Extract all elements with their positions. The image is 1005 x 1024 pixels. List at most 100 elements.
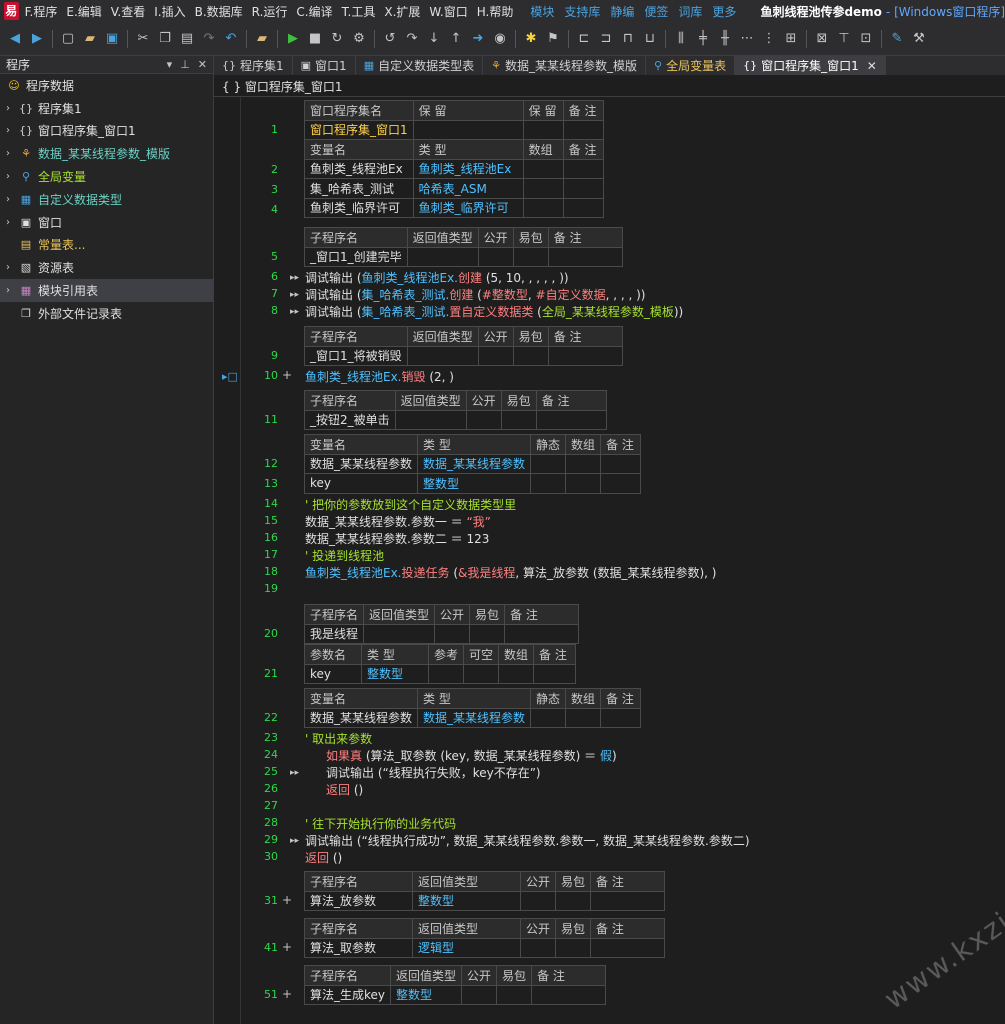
code-line-10[interactable]: 鱼刺类_线程池Ex.销毁 (2, ) [305, 368, 454, 385]
open-folder-icon[interactable]: ▰ [80, 29, 100, 49]
link-dictionary[interactable]: 词库 [678, 3, 702, 20]
link-static-compile[interactable]: 静编 [610, 3, 634, 20]
fold-plus-icon[interactable]: + [282, 987, 292, 1001]
tree-item-module-refs[interactable]: › ▦ 模块引用表 [0, 279, 213, 302]
expand-arrow-icon[interactable]: › [6, 171, 18, 182]
code-line-14[interactable]: ' 把你的参数放到这个自定义数据类型里 [305, 496, 516, 513]
center-v-icon[interactable]: ╫ [715, 29, 735, 49]
code-line-18[interactable]: 鱼刺类_线程池Ex.投递任务 (&我是线程, 算法_放参数 (数据_某某线程参数… [305, 564, 717, 581]
code-line-24[interactable]: 如果真 (算法_取参数 (key, 数据_某某线程参数) ＝ 假) [326, 747, 617, 764]
pen-icon[interactable]: ✎ [887, 29, 907, 49]
align-left-icon[interactable]: ⊏ [574, 29, 594, 49]
bulb-icon[interactable]: ✱ [521, 29, 541, 49]
tree-item-window[interactable]: › ▣ 窗口 [0, 211, 213, 234]
distribute-h-icon[interactable]: ⫼ [671, 29, 691, 49]
link-support-lib[interactable]: 支持库 [564, 3, 600, 20]
code-editor[interactable]: ▸□ 1 2 3 4 5 6 7 8 9 10 11 12 13 14 15 1… [214, 97, 1005, 1024]
fold-plus-icon[interactable]: + [282, 368, 292, 382]
space-v-icon[interactable]: ⋮ [759, 29, 779, 49]
new-file-icon[interactable]: ▢ [58, 29, 78, 49]
grid-icon[interactable]: ⊡ [856, 29, 876, 49]
pin-icon[interactable]: ⊥ [180, 58, 190, 71]
tree-item-window-assembly[interactable]: › {} 窗口程序集_窗口1 [0, 120, 213, 143]
expand-arrow-icon[interactable]: › [6, 103, 18, 114]
tree-item-datatype-template[interactable]: › ⚘ 数据_某某线程参数_模版 [0, 142, 213, 165]
menu-extend[interactable]: X.扩展 [384, 3, 420, 20]
code-line-7[interactable]: 调试输出 (集_哈希表_测试.创建 (#整数型, #自定义数据, , , , )… [305, 286, 646, 303]
tree-item-constants[interactable]: ▤ 常量表... [0, 234, 213, 257]
space-h-icon[interactable]: ⋯ [737, 29, 757, 49]
tab-assembly1[interactable]: {} 程序集1 [214, 56, 293, 75]
build-icon[interactable]: ⚙ [349, 29, 369, 49]
step-down-icon[interactable]: ↓ [424, 29, 444, 49]
code-line-28[interactable]: ' 往下开始执行你的业务代码 [305, 815, 456, 832]
tree-item-external-files[interactable]: ❐ 外部文件记录表 [0, 302, 213, 325]
tree-item-assembly1[interactable]: › {} 程序集1 [0, 97, 213, 120]
restart-icon[interactable]: ↻ [327, 29, 347, 49]
tab-window1[interactable]: ▣ 窗口1 [293, 56, 356, 75]
menu-compile[interactable]: C.编译 [296, 3, 332, 20]
link-module[interactable]: 模块 [530, 3, 554, 20]
size-icon[interactable]: ⊤ [834, 29, 854, 49]
code-line-30[interactable]: 返回 () [305, 849, 342, 866]
code-line-25[interactable]: 调试输出 (“线程执行失败，key不存在”) [326, 764, 541, 781]
tree-item-custom-datatype[interactable]: › ▦ 自定义数据类型 [0, 188, 213, 211]
run-icon[interactable]: ▶ [283, 29, 303, 49]
open-project-icon[interactable]: ▰ [252, 29, 272, 49]
expand-arrow-icon[interactable]: › [6, 285, 18, 296]
code-line-6[interactable]: 调试输出 (鱼刺类_线程池Ex.创建 (5, 10, , , , , )) [305, 269, 569, 286]
code-line-29[interactable]: 调试输出 (“线程执行成功”, 数据_某某线程参数.参数一, 数据_某某线程参数… [305, 832, 750, 849]
link-more[interactable]: 更多 [712, 3, 736, 20]
code-line-8[interactable]: 调试输出 (集_哈希表_测试.置自定义数据类 (全局_某某线程参数_模板)) [305, 303, 683, 320]
breakpoint-icon[interactable]: ◉ [490, 29, 510, 49]
menu-database[interactable]: B.数据库 [195, 3, 243, 20]
tools-icon[interactable]: ⚒ [909, 29, 929, 49]
breakpoint-marker-icon[interactable]: ▸□ [222, 370, 238, 383]
same-size-icon[interactable]: ⊞ [781, 29, 801, 49]
menu-edit[interactable]: E.编辑 [66, 3, 101, 20]
expand-arrow-icon[interactable]: › [6, 148, 18, 159]
menu-run[interactable]: R.运行 [252, 3, 288, 20]
cut-icon[interactable]: ✂ [133, 29, 153, 49]
link-notes[interactable]: 便签 [644, 3, 668, 20]
expand-arrow-icon[interactable]: › [6, 217, 18, 228]
menu-insert[interactable]: I.插入 [154, 3, 185, 20]
tab-datatype-template[interactable]: ⚘ 数据_某某线程参数_模版 [483, 56, 646, 75]
tab-window-assembly[interactable]: {} 窗口程序集_窗口1 ✕ [735, 56, 886, 75]
tree-item-global-vars[interactable]: › ⚲ 全局变量 [0, 165, 213, 188]
menu-tools[interactable]: T.工具 [342, 3, 376, 20]
code-line-16[interactable]: 数据_某某线程参数.参数二 ＝ 123 [305, 530, 489, 547]
undo-icon[interactable]: ↶ [221, 29, 241, 49]
fold-plus-icon[interactable]: + [282, 940, 292, 954]
align-right-icon[interactable]: ⊐ [596, 29, 616, 49]
bookmark-icon[interactable]: ⚑ [543, 29, 563, 49]
forward-icon[interactable]: ▶ [27, 29, 47, 49]
dropdown-icon[interactable]: ▾ [167, 58, 173, 71]
menu-window[interactable]: W.窗口 [429, 3, 467, 20]
tree-item-resources[interactable]: › ▧ 资源表 [0, 256, 213, 279]
step-out-icon[interactable]: ↑ [446, 29, 466, 49]
center-h-icon[interactable]: ╪ [693, 29, 713, 49]
close-icon[interactable]: ✕ [867, 59, 877, 73]
back-icon[interactable]: ◀ [5, 29, 25, 49]
align-top-icon[interactable]: ⊓ [618, 29, 638, 49]
code-line-23[interactable]: ' 取出来参数 [305, 730, 372, 747]
close-icon[interactable]: ✕ [198, 58, 207, 71]
redo-icon[interactable]: ↷ [199, 29, 219, 49]
step-over-icon[interactable]: ↺ [380, 29, 400, 49]
tree-item-program-data[interactable]: ☺ 程序数据 [0, 74, 213, 97]
run-to-cursor-icon[interactable]: ➜ [468, 29, 488, 49]
expand-arrow-icon[interactable]: › [6, 125, 18, 136]
tab-order-icon[interactable]: ⊠ [812, 29, 832, 49]
stop-icon[interactable]: ■ [305, 29, 325, 49]
tab-global-vars[interactable]: ⚲ 全局变量表 [646, 56, 736, 75]
paste-icon[interactable]: ▤ [177, 29, 197, 49]
menu-help[interactable]: H.帮助 [477, 3, 514, 20]
code-line-17[interactable]: ' 投递到线程池 [305, 547, 384, 564]
fold-plus-icon[interactable]: + [282, 893, 292, 907]
copy-icon[interactable]: ❐ [155, 29, 175, 49]
code-line-26[interactable]: 返回 () [326, 781, 363, 798]
code-line-15[interactable]: 数据_某某线程参数.参数一 ＝ “我” [305, 513, 491, 530]
expand-arrow-icon[interactable]: › [6, 194, 18, 205]
align-bottom-icon[interactable]: ⊔ [640, 29, 660, 49]
